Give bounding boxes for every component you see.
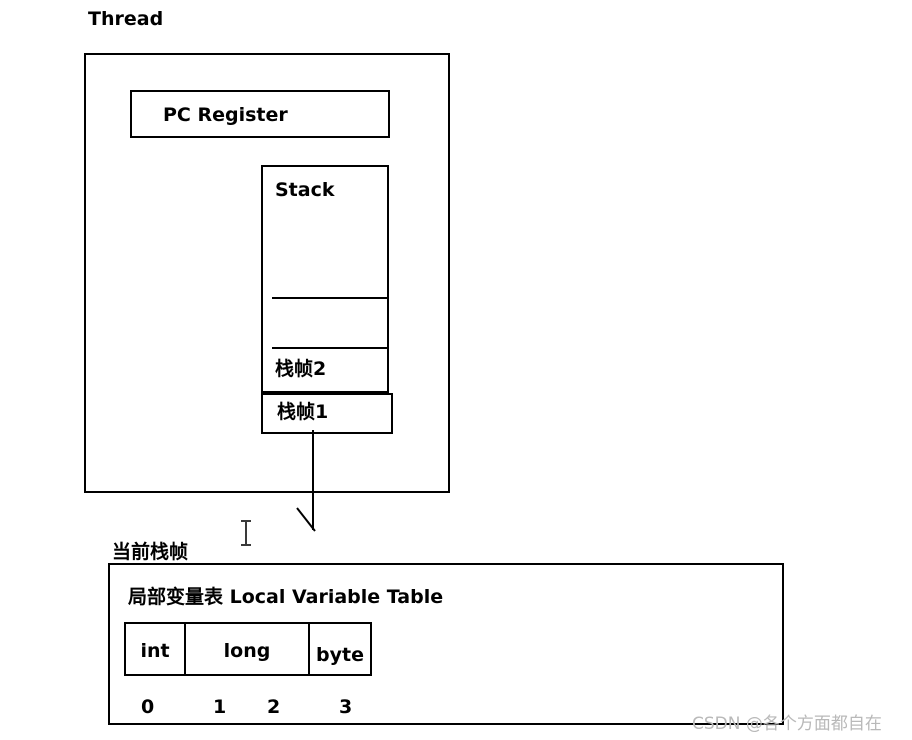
- local-variable-table: int long byte: [124, 622, 372, 676]
- variable-slot-int-label: int: [140, 640, 170, 662]
- variable-slot-byte: byte: [310, 624, 370, 674]
- current-frame-title: 当前栈帧: [112, 541, 189, 563]
- slot-index-0: 0: [141, 696, 155, 718]
- slot-index-1: 1: [213, 696, 227, 718]
- slot-index-3: 3: [339, 696, 353, 718]
- text-cursor-icon: [241, 520, 251, 546]
- down-arrow-icon: [296, 430, 316, 532]
- variable-slot-byte-label: byte: [316, 644, 364, 666]
- stack-frame-divider-upper: [272, 297, 387, 299]
- local-variable-table-title: 局部变量表 Local Variable Table: [128, 586, 444, 608]
- slot-index-2: 2: [267, 696, 281, 718]
- variable-slot-long: long: [186, 624, 310, 674]
- stack-label: Stack: [275, 179, 335, 201]
- thread-title: Thread: [88, 8, 164, 30]
- diagram-canvas: Thread PC Register Stack 栈帧2 栈帧1 当前栈帧 局部…: [0, 0, 912, 740]
- pc-register-label: PC Register: [163, 104, 288, 126]
- watermark-text: CSDN @各个方面都自在: [692, 714, 882, 734]
- stack-frame-1-label: 栈帧1: [277, 401, 329, 423]
- stack-frame-divider-lower: [272, 347, 387, 349]
- stack-frame-2-label: 栈帧2: [275, 358, 327, 380]
- variable-slot-long-label: long: [223, 640, 271, 662]
- variable-slot-int: int: [126, 624, 186, 674]
